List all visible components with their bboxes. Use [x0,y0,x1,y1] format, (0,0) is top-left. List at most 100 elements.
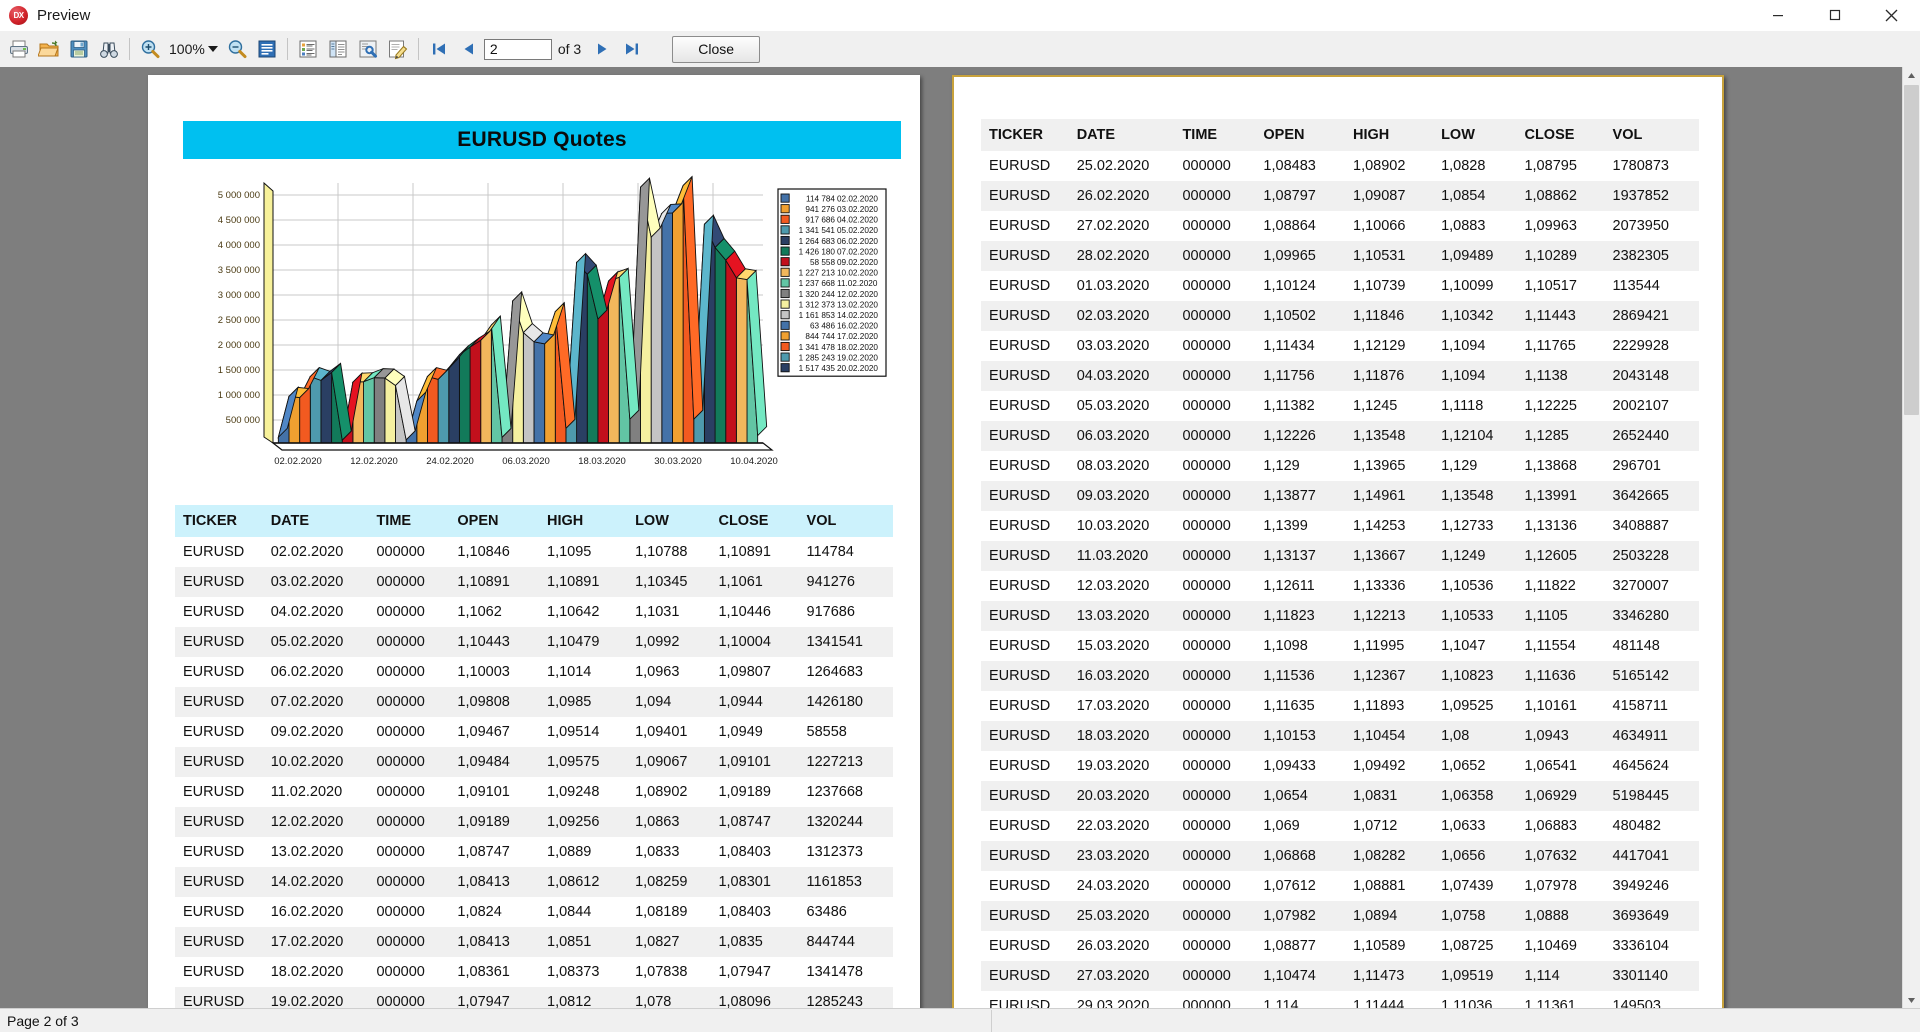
cell-low: 1,11036 [1441,998,1493,1009]
cell-date: 08.03.2020 [1076,458,1150,474]
cell-close: 1,08096 [710,987,799,1009]
cell-vol: 2869421 [1604,301,1699,331]
cell-open: 1,09484 [449,747,540,777]
cell-low: 1,10823 [1433,661,1517,691]
cell-date: 07.02.2020 [262,687,369,717]
last-page-icon[interactable] [617,34,647,64]
chart-ribbon-front [363,376,375,444]
table-row: EURUSD 03.03.2020 000000 1,11434 1,12129 1,10… [981,331,1699,361]
table-row: EURUSD 17.02.2020 000000 1,08413 1,0851 1,082… [175,927,893,957]
cell-open: 1,10502 [1255,301,1346,331]
scrollbar-thumb[interactable] [1904,85,1919,415]
legend-date: 17.02.2020 [837,332,878,341]
cell-vol: 2043148 [1604,361,1699,391]
close-preview-button[interactable]: Close [672,35,761,63]
cell-low: 1,06358 [1433,781,1517,811]
document-canvas[interactable]: EURUSD Quotes 500 000 1 000 000 1 500 00… [0,67,1920,1009]
table-row: EURUSD 15.03.2020 000000 1,1098 1,11995 1,104… [981,631,1699,661]
cell-vol: 1237668 [806,784,863,800]
zoom-level-selector[interactable]: 100% [165,36,222,62]
legend-date: 19.02.2020 [837,353,878,362]
cell-time: 000000 [1174,961,1256,991]
minimize-button[interactable] [1749,0,1806,30]
legend-swatch [780,204,790,214]
legend-swatch [780,331,790,341]
edit-fields-icon[interactable] [383,34,413,64]
vertical-scrollbar[interactable] [1902,67,1920,1009]
cell-ticker: EURUSD [989,338,1051,354]
cell-ticker: EURUSD [981,421,1069,451]
cell-low: 1,10788 [635,544,688,560]
cell-high: 1,13667 [1345,541,1434,571]
cell-time: 000000 [376,724,425,740]
legend-value: 1 227 213 [799,269,836,278]
cell-date: 05.02.2020 [262,627,369,657]
cell-ticker: EURUSD [981,601,1069,631]
zoom-in-icon[interactable] [135,34,165,64]
parameters-icon[interactable] [353,34,383,64]
zoom-out-icon[interactable] [222,34,252,64]
next-page-icon[interactable] [587,34,617,64]
previous-page-icon[interactable] [454,34,484,64]
svg-text:02.02.2020: 02.02.2020 [274,456,322,467]
cell-time: 000000 [1174,241,1256,271]
cell-time: 000000 [368,747,450,777]
cell-low: 1,0652 [1441,758,1486,774]
table-row: EURUSD 24.03.2020 000000 1,07612 1,08881 1,07… [981,871,1699,901]
chart-ribbon-front [458,346,471,444]
cell-date: 03.02.2020 [262,567,369,597]
maximize-button[interactable] [1806,0,1863,30]
cell-date: 20.03.2020 [1068,781,1175,811]
close-button[interactable] [1863,0,1920,30]
chart-floor [271,442,774,451]
document-map-icon[interactable] [323,34,353,64]
cell-open: 1,10443 [449,627,540,657]
page-view-icon[interactable] [252,34,282,64]
chevron-down-icon [207,46,218,52]
cell-high: 1,08612 [539,867,628,897]
cell-vol: 1341478 [806,964,863,980]
cell-time: 000000 [1182,578,1231,594]
legend-swatch [780,310,790,320]
page-number-input[interactable]: 2 [483,38,552,60]
table-row: EURUSD 17.03.2020 000000 1,11635 1,11893 1,09… [981,691,1699,721]
cell-time: 000000 [1174,361,1256,391]
legend-value: 1 264 683 [799,237,836,246]
legend-value: 1 312 373 [799,300,836,309]
chart-ribbon-front [725,258,737,444]
table-row: EURUSD 08.03.2020 000000 1,129 1,13965 1,129 1… [981,451,1699,481]
cell-ticker: EURUSD [183,544,245,560]
cell-close: 1,10161 [1524,698,1577,714]
cell-close: 1,11443 [1516,301,1605,331]
svg-text:500 000: 500 000 [226,415,260,426]
cell-open: 1,129 [1263,458,1300,474]
find-binoculars-icon[interactable] [94,34,124,64]
cell-high: 1,09492 [1353,758,1406,774]
scroll-up-icon[interactable] [1903,67,1920,84]
cell-high: 1,0831 [1345,781,1434,811]
svg-text:1 500 000: 1 500 000 [218,365,260,376]
report-page-left: EURUSD Quotes 500 000 1 000 000 1 500 00… [148,75,920,1009]
cell-date: 24.03.2020 [1076,878,1150,894]
scroll-down-icon[interactable] [1903,992,1920,1009]
cell-date: 03.03.2020 [1076,338,1150,354]
column-header-open: OPEN [449,505,540,537]
cell-open: 1,11756 [1255,361,1346,391]
cell-close: 1,0888 [1516,901,1605,931]
toolbar-separator [129,38,130,60]
cell-high: 1,12367 [1345,661,1434,691]
save-icon[interactable] [64,34,94,64]
column-header-ticker: TICKER [175,505,263,537]
first-page-icon[interactable] [424,34,454,64]
cell-date: 11.02.2020 [270,784,343,800]
table-row: EURUSD 03.02.2020 000000 1,10891 1,10891 1,10… [175,567,893,597]
cell-close: 1,11765 [1524,338,1576,354]
cell-open: 1,07947 [449,987,540,1009]
thumbnails-icon[interactable] [293,34,323,64]
cell-high: 1,0894 [1345,901,1434,931]
column-header-low: LOW [627,505,711,537]
cell-low: 1,0854 [1433,181,1517,211]
open-folder-icon[interactable] [34,34,64,64]
print-icon[interactable] [4,34,34,64]
cell-date: 09.02.2020 [270,724,344,740]
